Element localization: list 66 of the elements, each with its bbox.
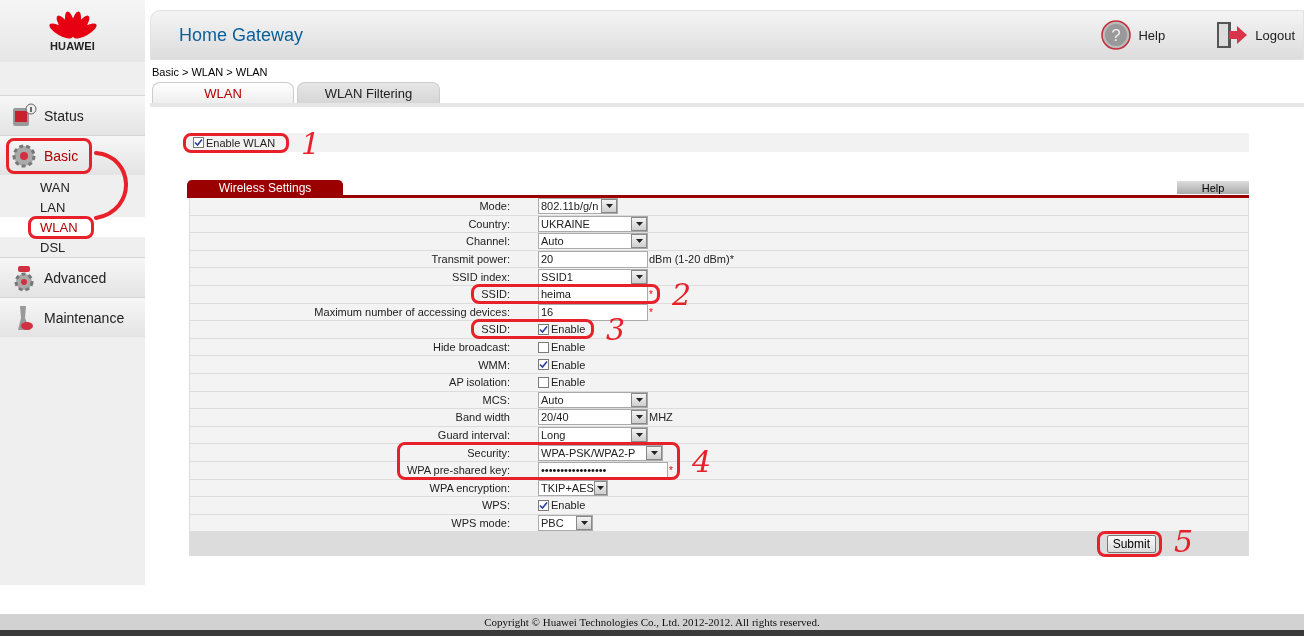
annotation-number: 5 — [1174, 527, 1194, 558]
field-label: Channel: — [465, 235, 510, 248]
checkbox[interactable] — [538, 341, 549, 353]
nav-item[interactable]: Basic — [0, 135, 145, 175]
annotation-number: 4 — [692, 447, 712, 478]
dropdown[interactable]: 802.11b/g/n — [538, 198, 618, 215]
annotation-number: 1 — [301, 128, 321, 159]
field-label: WPA pre-shared key: — [406, 464, 510, 477]
enable-wlan-option[interactable]: Enable WLAN — [193, 136, 276, 149]
required-mark: * — [669, 464, 673, 476]
enable-option[interactable]: Enable — [538, 341, 586, 354]
subnav-item[interactable]: DSL — [0, 237, 145, 257]
unit-text: dBm (1-20 dBm)* — [649, 253, 734, 266]
unit-text: MHZ — [649, 411, 673, 424]
help-button[interactable]: Help — [1177, 181, 1249, 194]
help-link[interactable]: ? Help — [1100, 19, 1166, 51]
field-label: Security: — [467, 446, 510, 459]
annotation-outline — [1096, 531, 1162, 558]
page-title: Home Gateway — [179, 24, 305, 46]
checkbox[interactable] — [193, 137, 204, 148]
checkbox[interactable] — [538, 323, 549, 335]
subnav-item[interactable]: WLAN — [0, 217, 145, 237]
submit-button[interactable]: Submit — [1106, 535, 1156, 554]
required-mark: * — [649, 288, 653, 300]
field-label: SSID: — [481, 323, 510, 336]
logout-link[interactable]: Logout — [1215, 20, 1295, 50]
checkbox[interactable] — [538, 499, 549, 511]
field-label: Guard interval: — [437, 429, 510, 441]
help-icon: ? — [1100, 19, 1133, 51]
annotation-number: 2 — [672, 280, 692, 311]
enable-option[interactable]: Enable — [538, 499, 586, 512]
nav-item[interactable]: Status — [0, 95, 145, 135]
field-label: WPS: — [481, 499, 510, 512]
field-label: WPA encryption: — [429, 481, 510, 494]
field-label: Band width — [455, 411, 510, 424]
field-label: SSID index: — [451, 270, 510, 283]
checkbox[interactable] — [538, 376, 549, 388]
required-mark: * — [649, 306, 653, 318]
logo: HUAWEI — [0, 0, 145, 62]
subnav-item[interactable]: WAN — [0, 177, 145, 197]
dropdown[interactable]: Auto — [538, 233, 648, 250]
enable-option[interactable]: Enable — [538, 358, 586, 371]
field-label: Mode: — [479, 200, 510, 213]
nav-item[interactable]: Maintenance — [0, 297, 145, 337]
enable-option[interactable]: Enable — [538, 323, 586, 336]
field-label: AP isolation: — [449, 376, 510, 389]
petal-logo-icon — [47, 10, 98, 40]
checkbox[interactable] — [538, 359, 549, 371]
copyright-text: Copyright © Huawei Technologies Co., Ltd. 2012-2012. All rights reserved. — [484, 616, 820, 628]
field-label: SSID: — [481, 288, 510, 301]
dropdown[interactable]: SSID1 — [538, 268, 648, 285]
breadcrumb: Basic > WLAN > WLAN — [152, 66, 269, 78]
tab[interactable]: WLAN — [152, 82, 294, 103]
enable-option[interactable]: Enable — [538, 376, 586, 389]
field-label: WMM: — [478, 358, 510, 371]
field-label: Transmit power: — [431, 253, 510, 266]
subnav-item[interactable]: LAN — [0, 197, 145, 217]
tab[interactable]: WLAN Filtering — [297, 82, 440, 103]
field-label: Hide broadcast: — [432, 341, 510, 354]
nav-item[interactable]: Advanced — [0, 257, 145, 297]
field-label: MCS: — [482, 393, 510, 406]
field-label: Maximum number of accessing devices: — [314, 306, 510, 319]
field-label: Country: — [468, 217, 510, 230]
dropdown[interactable]: 20/40 — [538, 409, 648, 426]
dropdown[interactable]: Long — [538, 427, 648, 443]
field-label: WPS mode: — [451, 517, 510, 529]
